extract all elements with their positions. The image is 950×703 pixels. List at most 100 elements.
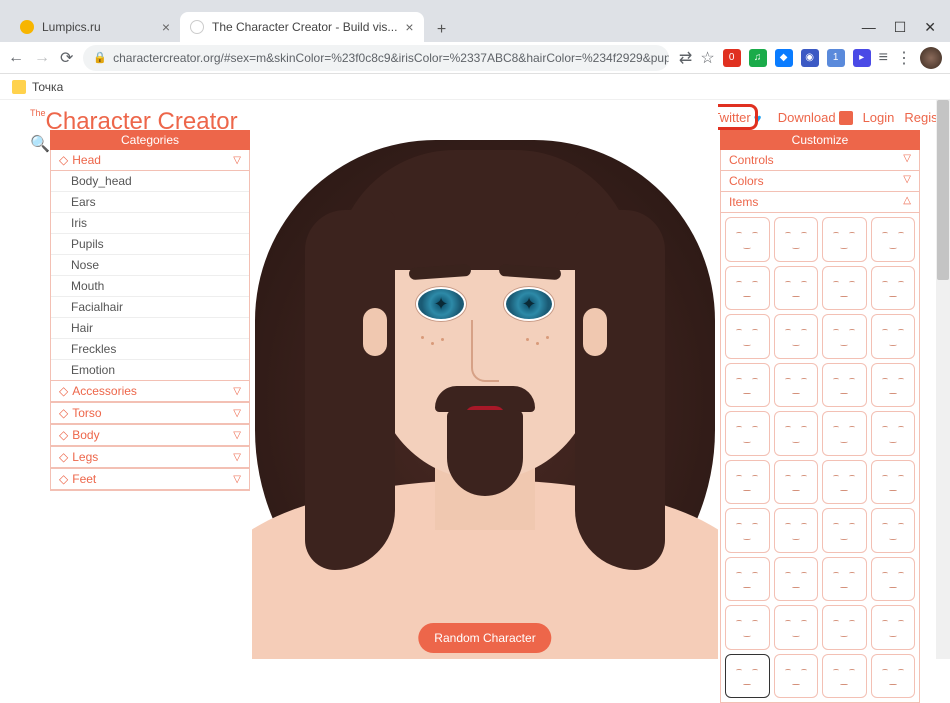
window-titlebar xyxy=(0,0,950,10)
new-tab-button[interactable]: + xyxy=(430,18,454,42)
emotion-item[interactable] xyxy=(871,460,916,505)
customize-header: Customize xyxy=(720,130,920,150)
category-accessories[interactable]: ◇Accessories▽ xyxy=(51,381,249,402)
playlist-icon[interactable]: ≡ xyxy=(879,49,888,67)
address-bar[interactable]: 🔒 charactercreator.org/#sex=m&skinColor=… xyxy=(83,45,669,71)
emotion-item[interactable] xyxy=(774,411,819,456)
category-item[interactable]: Ears xyxy=(51,192,249,213)
back-icon[interactable]: ← xyxy=(8,49,24,67)
close-icon[interactable]: × xyxy=(405,19,413,35)
category-item[interactable]: Mouth xyxy=(51,276,249,297)
category-item[interactable]: Nose xyxy=(51,255,249,276)
tab-title: Lumpics.ru xyxy=(42,20,101,34)
emotion-item[interactable] xyxy=(822,411,867,456)
close-window-icon[interactable]: ✕ xyxy=(924,19,936,36)
emotion-item[interactable] xyxy=(822,460,867,505)
ext-icon[interactable]: ◉ xyxy=(801,49,819,67)
emotion-item[interactable] xyxy=(822,557,867,602)
category-torso[interactable]: ◇Torso▽ xyxy=(51,403,249,424)
favicon-icon xyxy=(190,20,204,34)
emotion-item[interactable] xyxy=(822,605,867,650)
category-item[interactable]: Body_head xyxy=(51,171,249,192)
close-icon[interactable]: × xyxy=(162,19,170,35)
scroll-thumb[interactable] xyxy=(937,100,949,280)
emotion-item[interactable] xyxy=(725,654,770,699)
category-item[interactable]: Emotion xyxy=(51,360,249,380)
emotion-item[interactable] xyxy=(774,654,819,699)
emotion-item[interactable] xyxy=(774,508,819,553)
emotion-item[interactable] xyxy=(822,508,867,553)
category-item[interactable]: Freckles xyxy=(51,339,249,360)
minimize-icon[interactable]: — xyxy=(862,19,876,36)
emotion-item[interactable] xyxy=(774,314,819,359)
customize-controls[interactable]: Controls▽ xyxy=(720,150,920,171)
emotion-item[interactable] xyxy=(774,266,819,311)
category-feet[interactable]: ◇Feet▽ xyxy=(51,469,249,490)
bookmark-item[interactable]: Точка xyxy=(32,80,63,94)
ext-icon[interactable]: ♫ xyxy=(749,49,767,67)
emotion-item[interactable] xyxy=(774,605,819,650)
emotion-item[interactable] xyxy=(822,217,867,262)
category-item[interactable]: Iris xyxy=(51,213,249,234)
emotion-item[interactable] xyxy=(725,557,770,602)
emotion-item[interactable] xyxy=(725,605,770,650)
emotion-item[interactable] xyxy=(822,314,867,359)
customize-panel: Customize Controls▽ Colors▽ Items△ xyxy=(720,130,920,703)
emotion-item[interactable] xyxy=(774,363,819,408)
category-item[interactable]: Hair xyxy=(51,318,249,339)
category-item[interactable]: Facialhair xyxy=(51,297,249,318)
nav-login[interactable]: Login xyxy=(863,110,895,125)
chevron-down-icon: ▽ xyxy=(233,452,241,463)
page-scrollbar[interactable] xyxy=(936,100,950,659)
customize-colors[interactable]: Colors▽ xyxy=(720,171,920,192)
translate-icon[interactable]: ⇄ xyxy=(679,48,692,68)
nav-twitter[interactable]: Twitter♥ xyxy=(712,110,767,125)
nav-download[interactable]: Download↓ xyxy=(778,110,853,125)
menu-icon[interactable]: ⋮ xyxy=(896,48,912,68)
chevron-up-icon: △ xyxy=(903,195,911,209)
emotion-item[interactable] xyxy=(871,266,916,311)
emotion-item[interactable] xyxy=(871,363,916,408)
emotion-item[interactable] xyxy=(871,411,916,456)
maximize-icon[interactable]: ☐ xyxy=(894,19,907,36)
random-character-button[interactable]: Random Character xyxy=(418,623,551,653)
categories-header: Categories xyxy=(50,130,250,150)
forward-icon[interactable]: → xyxy=(34,49,50,67)
emotion-item[interactable] xyxy=(871,605,916,650)
star-icon[interactable]: ☆ xyxy=(700,48,714,68)
ext-icon[interactable]: 0 xyxy=(723,49,741,67)
emotion-item[interactable] xyxy=(871,217,916,262)
category-head-toggle[interactable]: ◇Head▽ xyxy=(51,150,249,171)
emotion-item[interactable] xyxy=(871,654,916,699)
emotion-item[interactable] xyxy=(725,411,770,456)
emotion-item[interactable] xyxy=(725,217,770,262)
emotion-item[interactable] xyxy=(871,508,916,553)
emotion-item[interactable] xyxy=(725,314,770,359)
tab-character-creator[interactable]: The Character Creator - Build vis... × xyxy=(180,12,424,42)
ext-icon[interactable]: 1 xyxy=(827,49,845,67)
tab-lumpics[interactable]: Lumpics.ru × xyxy=(10,12,180,42)
emotion-item[interactable] xyxy=(774,557,819,602)
category-body[interactable]: ◇Body▽ xyxy=(51,425,249,446)
reload-icon[interactable]: ⟳ xyxy=(60,48,73,68)
category-legs[interactable]: ◇Legs▽ xyxy=(51,447,249,468)
emotion-item[interactable] xyxy=(725,508,770,553)
profile-avatar[interactable] xyxy=(920,47,942,69)
emotion-item[interactable] xyxy=(822,363,867,408)
emotion-item[interactable] xyxy=(725,266,770,311)
emotion-item[interactable] xyxy=(774,217,819,262)
ext-icon[interactable]: ◆ xyxy=(775,49,793,67)
ext-icon[interactable]: ▸ xyxy=(853,49,871,67)
character-canvas: ✦ ✦ Random Character xyxy=(252,100,718,659)
emotion-item[interactable] xyxy=(822,654,867,699)
emotion-item[interactable] xyxy=(774,460,819,505)
emotion-item[interactable] xyxy=(822,266,867,311)
category-item[interactable]: Pupils xyxy=(51,234,249,255)
url-text: charactercreator.org/#sex=m&skinColor=%2… xyxy=(113,51,669,65)
emotion-item[interactable] xyxy=(871,314,916,359)
emotion-item[interactable] xyxy=(725,363,770,408)
category-head: ◇Head▽ Body_headEarsIrisPupilsNoseMouthF… xyxy=(50,150,250,381)
emotion-item[interactable] xyxy=(725,460,770,505)
emotion-item[interactable] xyxy=(871,557,916,602)
customize-items[interactable]: Items△ xyxy=(720,192,920,213)
